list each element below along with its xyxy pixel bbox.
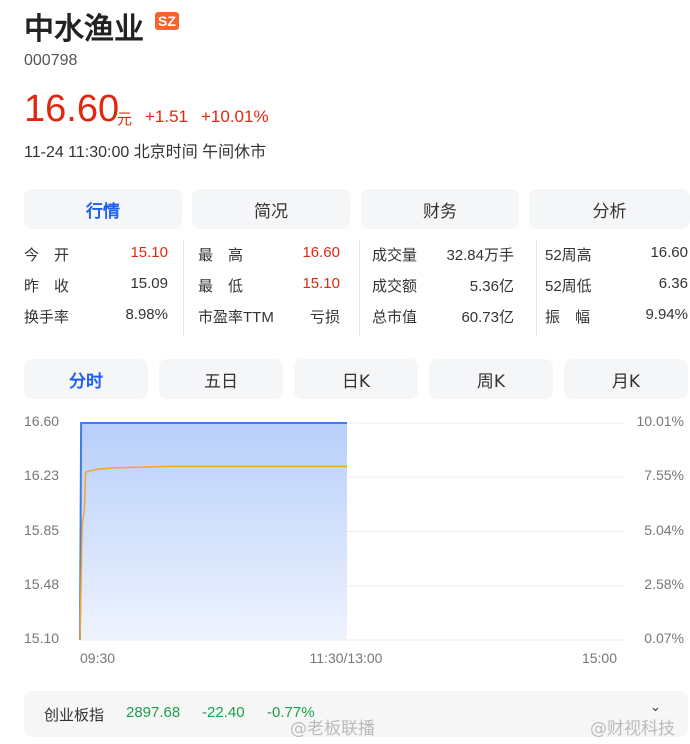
y-right-tick-label: 5.04%	[644, 521, 684, 538]
y-right-tick-label: 0.07%	[644, 630, 684, 646]
y-tick-label: 15.48	[24, 575, 60, 592]
y-right-tick-label: 7.55%	[644, 467, 684, 484]
y-right-tick-label: 2.58%	[644, 575, 684, 592]
y-tick-label: 15.10	[24, 630, 60, 646]
price-area	[80, 423, 347, 640]
intraday-chart	[79, 422, 624, 641]
x-tick-label: 15:00	[581, 650, 617, 666]
y-tick-label: 16.23	[24, 467, 60, 484]
watermark: @老板联播	[290, 719, 375, 739]
watermark: @财视科技	[590, 719, 675, 739]
chevron-down-icon[interactable]: ⌄	[650, 700, 661, 715]
x-tick-label: 09:30	[80, 650, 116, 666]
y-tick-label: 16.60	[24, 413, 60, 429]
index-name: 创业板指	[44, 707, 105, 724]
index-change: -22.40	[202, 704, 245, 721]
x-tick-label: 11:30/13:00	[309, 650, 383, 666]
index-value: 2897.68	[126, 704, 181, 721]
y-right-tick-label: 10.01%	[636, 413, 684, 429]
y-tick-label: 15.85	[24, 521, 60, 538]
